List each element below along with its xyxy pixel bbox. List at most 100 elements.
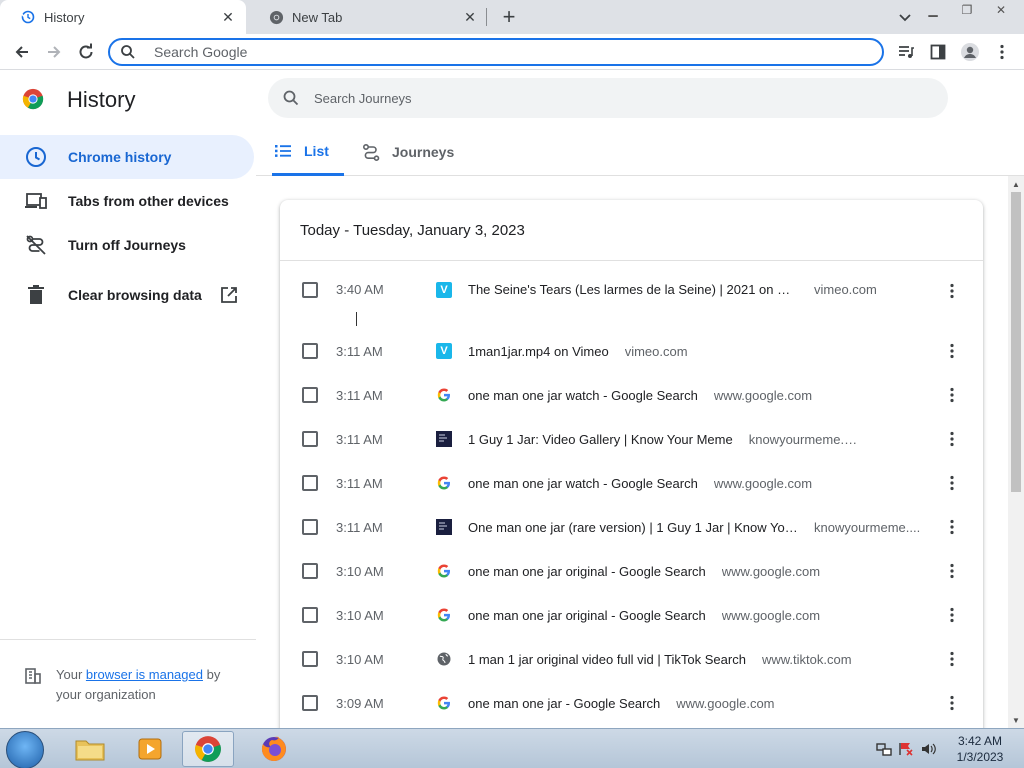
- row-domain: www.google.com: [713, 475, 813, 491]
- row-checkbox[interactable]: [302, 695, 318, 711]
- clock-icon: [24, 145, 48, 169]
- more-vert-icon[interactable]: [943, 386, 961, 404]
- scroll-down-icon[interactable]: ▼: [1012, 716, 1020, 725]
- row-title-link[interactable]: The Seine's Tears (Les larmes de la Sein…: [468, 282, 798, 297]
- scrollbar[interactable]: ▲ ▼: [1008, 176, 1024, 728]
- more-vert-icon[interactable]: [943, 518, 961, 536]
- close-window-icon[interactable]: ✕: [984, 0, 1018, 20]
- row-checkbox[interactable]: [302, 651, 318, 667]
- close-tab-icon[interactable]: ✕: [220, 9, 236, 25]
- tab-label: History: [44, 9, 85, 25]
- row-title-link[interactable]: one man one jar original - Google Search: [468, 564, 706, 579]
- search-icon: [283, 90, 299, 106]
- search-journeys-input[interactable]: [314, 90, 914, 106]
- row-title-link[interactable]: one man one jar - Google Search: [468, 696, 660, 711]
- network-icon[interactable]: [876, 741, 892, 757]
- tab-search-icon[interactable]: [896, 8, 914, 26]
- taskbar-explorer[interactable]: [64, 731, 116, 767]
- row-checkbox[interactable]: [302, 343, 318, 359]
- chrome-logo-icon: [22, 88, 44, 110]
- profile-avatar[interactable]: [960, 42, 980, 62]
- row-checkbox[interactable]: [302, 607, 318, 623]
- back-button[interactable]: [12, 42, 32, 62]
- more-vert-icon[interactable]: [992, 42, 1012, 62]
- sidebar-item-tabs-other-devices[interactable]: Tabs from other devices: [0, 179, 254, 223]
- sidebar-item-label: Turn off Journeys: [68, 237, 186, 253]
- more-vert-icon[interactable]: [943, 282, 961, 300]
- taskbar-chrome[interactable]: [182, 731, 234, 767]
- omnibox[interactable]: [108, 38, 884, 66]
- history-row[interactable]: 3:11 AM one man one jar watch - Google Se…: [280, 373, 983, 417]
- row-checkbox[interactable]: [302, 563, 318, 579]
- history-tabs: List Journeys: [256, 128, 1024, 176]
- more-vert-icon[interactable]: [943, 562, 961, 580]
- more-vert-icon[interactable]: [943, 606, 961, 624]
- row-title-link[interactable]: 1man1jar.mp4 on Vimeo: [468, 344, 609, 359]
- restore-icon[interactable]: ❐: [950, 0, 984, 20]
- row-checkbox[interactable]: [302, 282, 318, 298]
- scrollbar-thumb[interactable]: [1011, 192, 1021, 492]
- tab-label: New Tab: [292, 9, 343, 25]
- trash-icon: [24, 283, 48, 307]
- volume-icon[interactable]: [920, 741, 936, 757]
- search-journeys-bar[interactable]: [268, 78, 948, 118]
- system-tray: 3:42 AM 1/3/2023: [876, 729, 1024, 768]
- sidebar-item-turn-off-journeys[interactable]: Turn off Journeys: [0, 223, 254, 267]
- new-tab-button[interactable]: +: [498, 4, 520, 29]
- row-time: 3:10 AM: [336, 651, 384, 667]
- row-title-link[interactable]: 1 man 1 jar original video full vid | Ti…: [468, 652, 746, 667]
- taskbar-firefox[interactable]: [248, 731, 300, 767]
- history-card: Today - Tuesday, January 3, 2023 3:40 AM…: [280, 200, 983, 740]
- row-domain: www.google.com: [721, 607, 821, 623]
- close-tab-icon[interactable]: ✕: [462, 9, 478, 25]
- system-clock[interactable]: 3:42 AM 1/3/2023: [950, 733, 1010, 765]
- tab-history[interactable]: History ✕: [0, 0, 246, 34]
- chrome-icon: [195, 736, 221, 762]
- sidebar-item-clear-browsing-data[interactable]: Clear browsing data: [0, 273, 254, 317]
- action-center-icon[interactable]: [898, 741, 914, 757]
- history-row[interactable]: 3:11 AM 1 Guy 1 Jar: Video Gallery | Know…: [280, 417, 983, 461]
- history-row[interactable]: 3:10 AM 1 man 1 jar original video full v…: [280, 637, 983, 681]
- reload-button[interactable]: [76, 42, 96, 62]
- forward-button[interactable]: [44, 42, 64, 62]
- row-checkbox[interactable]: [302, 431, 318, 447]
- tab-journeys[interactable]: Journeys: [360, 128, 470, 176]
- history-row[interactable]: 3:11 AM V 1man1jar.mp4 on Vimeo vimeo.com: [280, 329, 983, 373]
- history-row[interactable]: 3:10 AM one man one jar original - Google…: [280, 549, 983, 593]
- side-panel-icon[interactable]: [928, 42, 948, 62]
- more-vert-icon[interactable]: [943, 474, 961, 492]
- scroll-up-icon[interactable]: ▲: [1012, 180, 1020, 189]
- history-row[interactable]: 3:10 AM one man one jar original - Google…: [280, 593, 983, 637]
- more-vert-icon[interactable]: [943, 694, 961, 712]
- row-checkbox[interactable]: [302, 387, 318, 403]
- row-title-link[interactable]: 1 Guy 1 Jar: Video Gallery | Know Your M…: [468, 432, 733, 447]
- history-row[interactable]: 3:11 AM one man one jar watch - Google Se…: [280, 461, 983, 505]
- history-row[interactable]: 3:40 AM V The Seine's Tears (Les larmes de…: [280, 270, 983, 329]
- minimize-icon[interactable]: ▁: [916, 0, 950, 20]
- media-control-icon[interactable]: [896, 42, 916, 62]
- omnibox-input[interactable]: [154, 44, 854, 60]
- tab-list[interactable]: List: [272, 128, 344, 176]
- open-external-icon: [220, 287, 237, 303]
- history-row[interactable]: 3:09 AM one man one jar - Google Search ww…: [280, 681, 983, 725]
- start-button[interactable]: [6, 731, 44, 768]
- search-icon: [121, 45, 135, 59]
- row-checkbox[interactable]: [302, 475, 318, 491]
- more-vert-icon[interactable]: [943, 430, 961, 448]
- row-title-link[interactable]: one man one jar original - Google Search: [468, 608, 706, 623]
- row-title-link[interactable]: one man one jar watch - Google Search: [468, 388, 698, 403]
- more-vert-icon[interactable]: [943, 342, 961, 360]
- tab-label: List: [304, 142, 329, 159]
- row-checkbox[interactable]: [302, 519, 318, 535]
- chrome-icon: [268, 9, 284, 25]
- browser-managed-link[interactable]: browser is managed: [86, 667, 203, 682]
- row-time: 3:11 AM: [336, 431, 383, 447]
- more-vert-icon[interactable]: [943, 650, 961, 668]
- row-title-link[interactable]: One man one jar (rare version) | 1 Guy 1…: [468, 520, 798, 535]
- taskbar-media-player[interactable]: [124, 731, 176, 767]
- row-title-link[interactable]: one man one jar watch - Google Search: [468, 476, 698, 491]
- google-icon: [436, 563, 452, 579]
- tab-new-tab[interactable]: New Tab ✕: [248, 0, 488, 34]
- sidebar-item-chrome-history[interactable]: Chrome history: [0, 135, 254, 179]
- history-row[interactable]: 3:11 AM One man one jar (rare version) | …: [280, 505, 983, 549]
